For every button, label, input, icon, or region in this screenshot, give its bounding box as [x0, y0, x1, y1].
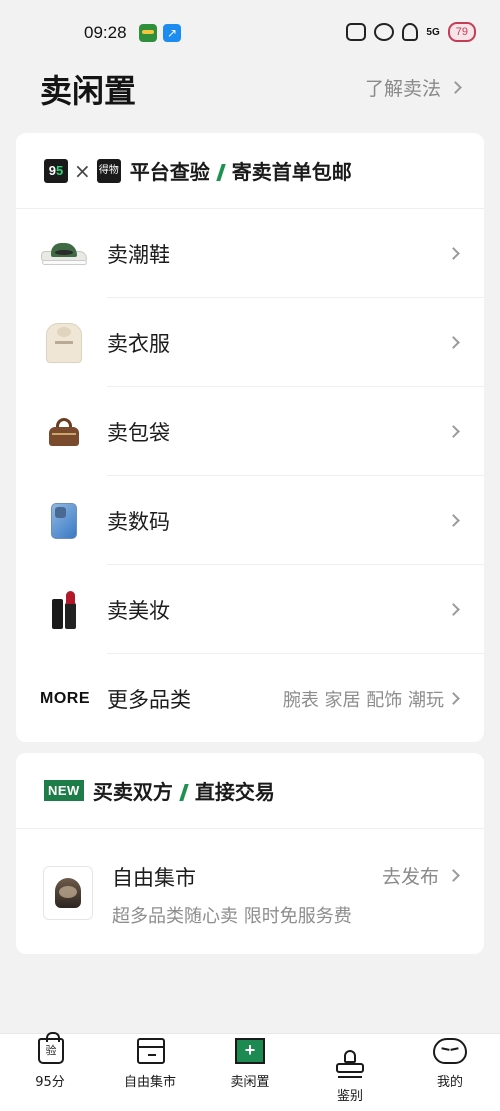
phone-icon: [40, 498, 88, 544]
notification-app-icon: [139, 24, 157, 42]
chevron-right-icon: [449, 81, 462, 94]
category-label: 卖数码: [107, 509, 170, 534]
direct-trade-header: NEW 买卖双方 直接交易: [16, 753, 484, 829]
sneaker-icon: [40, 231, 88, 277]
free-market-title: 自由集市: [112, 866, 196, 890]
publish-label: 去发布: [381, 866, 439, 888]
status-bar: 09:28 ↗ 5G 79: [0, 0, 500, 62]
category-row-digital[interactable]: 卖数码: [16, 476, 484, 565]
publish-button[interactable]: 去发布: [381, 862, 460, 889]
category-label: 卖衣服: [107, 331, 170, 356]
platform-sell-card: 95 × 得物 平台查验 寄卖首单包邮 卖潮鞋 卖衣服 卖包袋 卖数码 卖美妆 …: [16, 133, 484, 742]
chevron-right-icon: [447, 336, 460, 349]
slash-divider-icon: [216, 164, 226, 181]
chevron-right-icon: [447, 514, 460, 527]
tab-free-market[interactable]: 自由集市: [100, 1034, 200, 1111]
cross-icon: ×: [74, 158, 91, 183]
category-label: 卖美妆: [107, 598, 170, 623]
free-market-subtitle: 超多品类随心卖 限时免服务费: [112, 906, 352, 927]
tab-sell-idle[interactable]: + 卖闲置: [200, 1034, 300, 1111]
learn-selling-label: 了解卖法: [364, 78, 441, 100]
platform-card-title: 平台查验 寄卖首单包邮: [129, 160, 352, 184]
chevron-right-icon: [447, 603, 460, 616]
stamp-icon: [335, 1048, 365, 1078]
new-badge: NEW: [44, 780, 84, 801]
tab-95fen[interactable]: 验 95分: [0, 1032, 100, 1111]
signal-icon: 5G: [426, 26, 440, 38]
shopping-bag-icon: 验: [38, 1032, 64, 1064]
status-icons: 5G 79: [346, 22, 476, 42]
handbag-icon: [40, 409, 88, 455]
category-row-clothing[interactable]: 卖衣服: [16, 298, 484, 387]
category-label: 卖包袋: [107, 420, 170, 445]
category-label: 卖潮鞋: [107, 242, 170, 267]
tab-label: 鉴别: [336, 1089, 363, 1104]
speaker-icon: [43, 866, 93, 920]
vibrate-icon: [346, 23, 367, 41]
tab-label: 我的: [436, 1075, 463, 1090]
brand-95-logo: 95: [44, 158, 68, 183]
mascot-face-icon: [433, 1038, 467, 1064]
category-row-sneakers[interactable]: 卖潮鞋: [16, 209, 484, 298]
brand-dewu-logo: 得物: [96, 158, 121, 183]
category-row-bags[interactable]: 卖包袋: [16, 387, 484, 476]
more-category-tags: 腕表 家居 配饰 潮玩: [282, 689, 444, 711]
category-row-more[interactable]: MORE 更多品类 腕表 家居 配饰 潮玩: [16, 654, 484, 743]
page-title: 卖闲置: [40, 72, 137, 110]
learn-selling-link[interactable]: 了解卖法: [364, 74, 462, 101]
status-time: 09:28: [84, 23, 127, 42]
hoodie-icon: [40, 320, 88, 366]
notification-app-icon: ↗: [163, 24, 181, 42]
chevron-right-icon: [447, 425, 460, 438]
tab-label: 自由集市: [123, 1075, 176, 1090]
chevron-right-icon: [447, 247, 460, 260]
lipstick-icon: [40, 587, 88, 633]
tab-label: 95分: [35, 1075, 65, 1090]
category-row-beauty[interactable]: 卖美妆: [16, 565, 484, 654]
battery-indicator: 79: [447, 22, 476, 42]
sell-plus-icon: +: [235, 1038, 265, 1064]
tab-me[interactable]: 我的: [400, 1034, 500, 1111]
slash-divider-icon: [179, 784, 189, 801]
market-stall-icon: [136, 1038, 165, 1064]
bulb-icon: [402, 23, 419, 41]
tab-authenticate[interactable]: 鉴别: [300, 1034, 400, 1111]
free-market-entry[interactable]: 自由集市 超多品类随心卖 限时免服务费 去发布: [16, 829, 484, 953]
platform-card-header: 95 × 得物 平台查验 寄卖首单包邮: [16, 133, 484, 209]
assistant-icon: [374, 23, 395, 41]
chevron-right-icon: [447, 869, 460, 882]
chevron-right-icon: [447, 692, 460, 705]
direct-trade-card: NEW 买卖双方 直接交易 自由集市 超多品类随心卖 限时免服务费 去发布: [16, 753, 484, 954]
tab-label: 卖闲置: [230, 1075, 270, 1090]
more-logo: MORE: [40, 689, 90, 707]
category-label: 更多品类: [107, 687, 191, 712]
direct-trade-title: 买卖双方 直接交易: [92, 780, 275, 804]
bottom-navigation: 验 95分 自由集市 + 卖闲置 鉴别 我的: [0, 1032, 500, 1111]
